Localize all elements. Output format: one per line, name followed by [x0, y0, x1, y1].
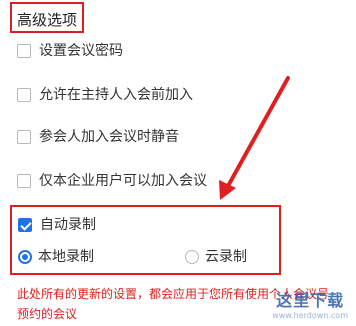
annotation-arrow-icon — [219, 76, 290, 200]
watermark-brand: 这里下载 — [276, 291, 345, 310]
watermark-url: www.herdown.com — [272, 311, 348, 320]
watermark-logo: 这里下载 www.herdown.com — [272, 287, 348, 320]
